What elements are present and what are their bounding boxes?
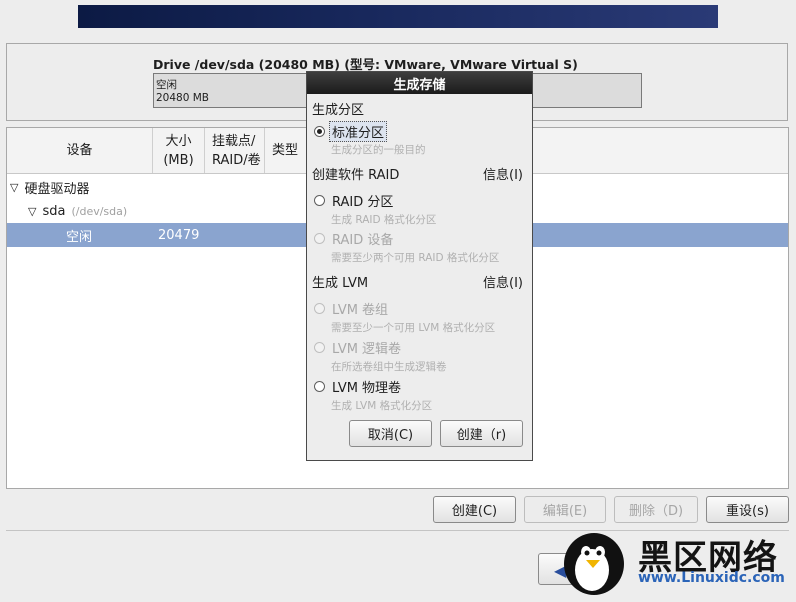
delete-button[interactable]: 删除（D) [614,496,698,523]
free-space-size: 20479 [158,227,200,243]
option-raid-partition-desc: 生成 RAID 格式化分区 [331,214,437,226]
section-create-partition: 生成分区 [312,103,365,118]
drive-bar-label: 空闲 [156,79,177,91]
option-standard-partition-desc: 生成分区的一般目的 [331,144,426,156]
tux-logo-icon [564,533,624,595]
option-standard-partition-label: 标准分区 [329,121,388,142]
dialog-title: 生成存储 [307,72,532,94]
column-header-mount-label: 挂载点/ RAID/卷 [212,133,261,168]
triangle-down-icon[interactable]: ▽ [10,181,18,194]
option-raid-device-label: RAID 设备 [332,233,394,248]
column-header-device-label: 设备 [66,143,93,158]
free-space-label: 空闲 [66,229,93,245]
option-raid-partition-label: RAID 分区 [332,195,394,210]
radio-selected-icon[interactable] [314,126,325,137]
edit-button[interactable]: 编辑(E) [524,496,606,523]
watermark-url: www.Linuxidc.com [638,570,785,586]
option-lvm-physical-volume-label: LVM 物理卷 [332,381,402,396]
option-lvm-volume-group[interactable]: LVM 卷组 [314,299,388,318]
raid-info-button[interactable]: 信息(I) [483,164,523,183]
option-lvm-logical-volume-label: LVM 逻辑卷 [332,342,402,357]
radio-icon[interactable] [314,195,325,206]
option-raid-device[interactable]: RAID 设备 [314,229,393,248]
create-button[interactable]: 创建(C) [433,496,516,523]
option-lvm-physical-volume[interactable]: LVM 物理卷 [314,377,401,396]
option-lvm-volume-group-desc: 需要至少一个可用 LVM 格式化分区 [331,322,496,334]
column-header-type-label: 类型 [272,143,299,158]
section-software-raid: 创建软件 RAID [312,168,400,183]
radio-icon[interactable] [314,381,325,392]
option-lvm-logical-volume-desc: 在所选卷组中生成逻辑卷 [331,361,447,373]
dialog-cancel-button[interactable]: 取消(C) [349,420,432,447]
watermark: 黑区网络 www.Linuxidc.com [562,532,796,598]
drive-bar-size: 20480 MB [156,92,210,104]
option-raid-partition[interactable]: RAID 分区 [314,191,393,210]
radio-disabled-icon[interactable] [314,233,325,244]
reset-button[interactable]: 重设(s) [706,496,789,523]
option-raid-device-desc: 需要至少两个可用 RAID 格式化分区 [331,252,500,264]
option-standard-partition[interactable]: 标准分区 [314,121,388,142]
create-storage-dialog: 生成存储 生成分区 标准分区 生成分区的一般目的 创建软件 RAID 信息(I)… [306,71,533,461]
tree-row-label: 硬盘驱动器 [24,181,90,197]
installer-banner [78,5,718,28]
option-lvm-physical-volume-desc: 生成 LVM 格式化分区 [331,400,433,412]
column-header-device[interactable]: 设备 [7,128,153,173]
radio-disabled-icon[interactable] [314,342,325,353]
option-lvm-logical-volume[interactable]: LVM 逻辑卷 [314,338,401,357]
dialog-create-button[interactable]: 创建（r) [440,420,523,447]
section-create-lvm: 生成 LVM [312,276,369,291]
option-lvm-volume-group-label: LVM 卷组 [332,303,389,318]
disk-path: (/dev/sda) [71,204,128,218]
column-header-type[interactable]: 类型 [265,128,307,173]
lvm-info-button[interactable]: 信息(I) [483,272,523,291]
radio-disabled-icon[interactable] [314,303,325,314]
triangle-down-icon[interactable]: ▽ [28,205,36,218]
column-header-size-label: 大小 (MB) [163,133,194,168]
disk-name: sda [42,203,66,219]
column-header-size[interactable]: 大小 (MB) [153,128,205,173]
column-header-mount[interactable]: 挂载点/ RAID/卷 [205,128,265,173]
